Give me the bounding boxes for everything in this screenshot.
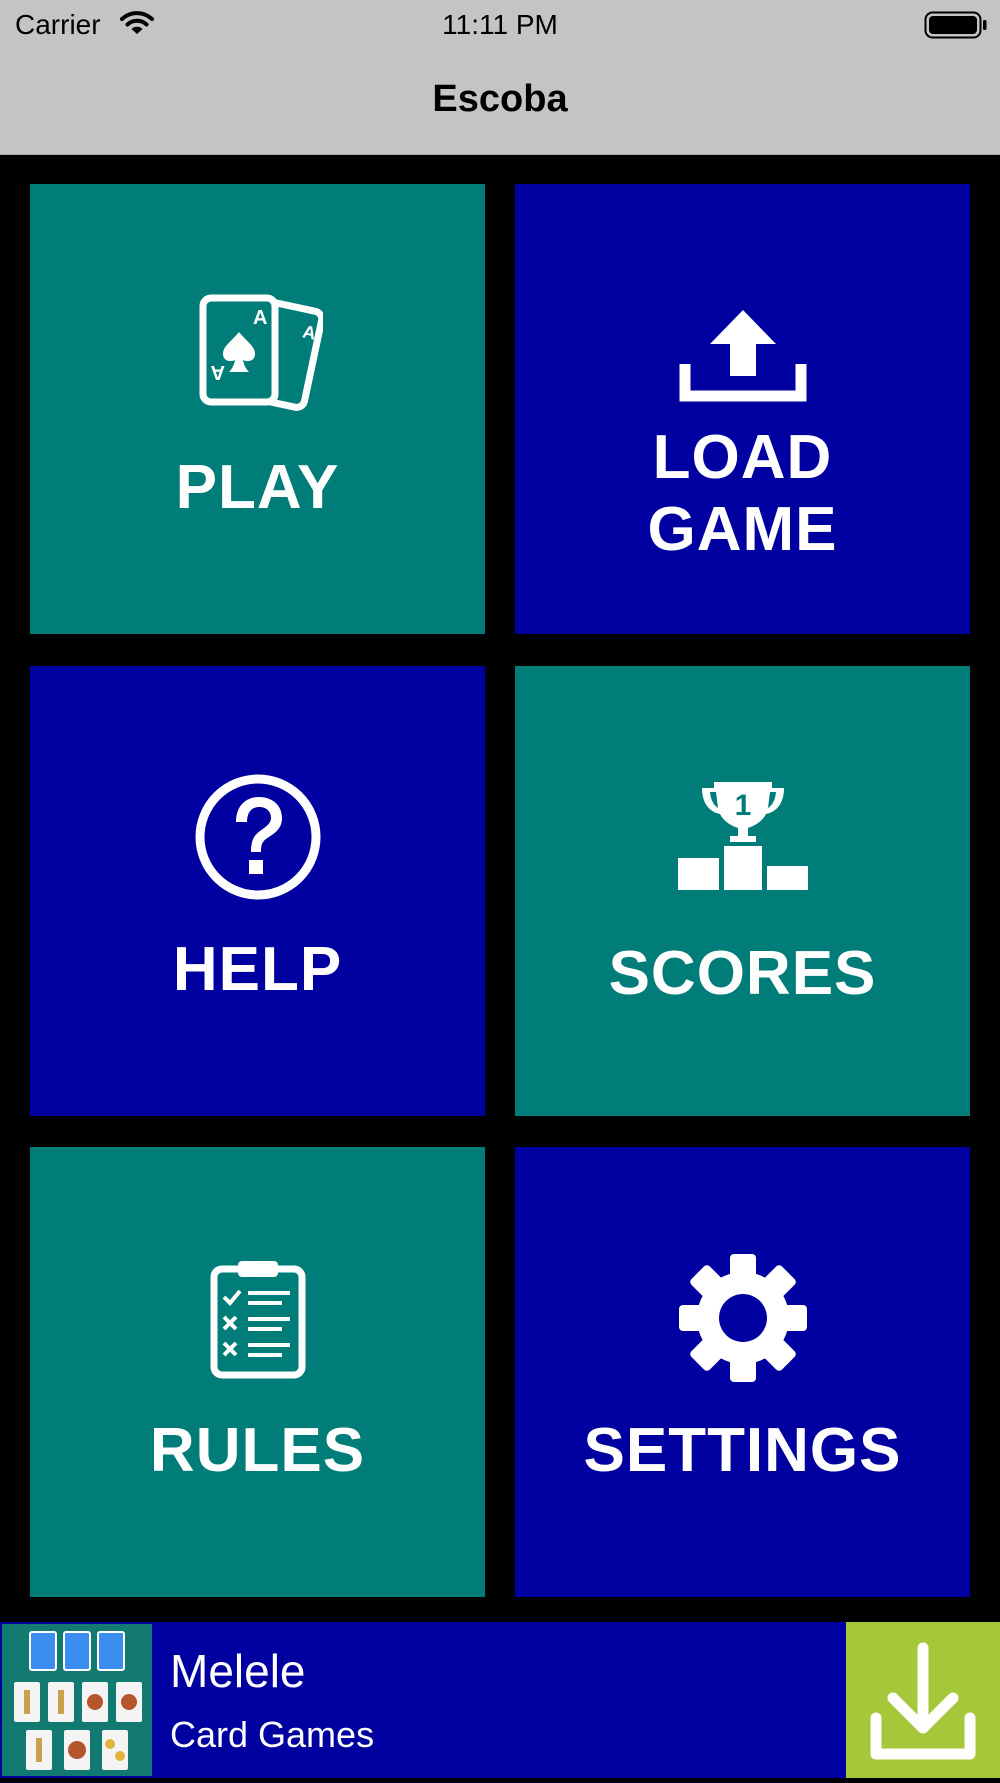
scores-label: SCORES <box>608 939 877 1008</box>
ad-download-button[interactable] <box>846 1622 1000 1778</box>
load-game-label-line-1: LOAD <box>652 423 833 492</box>
ad-banner[interactable]: Melele Card Games <box>0 1622 1000 1778</box>
rules-label: RULES <box>149 1416 366 1485</box>
help-label: HELP <box>172 935 343 1004</box>
ad-subtitle: Card Games <box>170 1714 375 1755</box>
settings-button[interactable]: SETTINGS <box>515 1147 970 1597</box>
status-bar: Carrier 11:11 PM <box>0 0 1000 50</box>
load-game-button[interactable]: LOAD GAME <box>515 184 970 634</box>
question-circle-icon <box>30 772 485 902</box>
svg-text:A: A <box>210 361 224 383</box>
ad-thumbnail-image <box>2 1624 152 1776</box>
rules-button[interactable]: RULES <box>30 1147 485 1597</box>
play-label: PLAY <box>175 453 340 522</box>
svg-text:1: 1 <box>734 789 751 822</box>
help-button[interactable]: HELP <box>30 666 485 1116</box>
settings-label: SETTINGS <box>583 1416 902 1485</box>
play-button[interactable]: A A A PLAY <box>30 184 485 634</box>
clipboard-checklist-icon <box>30 1259 485 1379</box>
trophy-podium-icon: 1 <box>515 780 970 892</box>
battery-icon <box>924 11 987 39</box>
ad-title: Melele <box>170 1645 306 1697</box>
page-title: Escoba <box>432 78 568 120</box>
upload-icon <box>515 308 970 404</box>
download-icon <box>870 1642 976 1760</box>
scores-button[interactable]: 1 SCORES <box>515 666 970 1116</box>
load-game-label-line-2: GAME <box>647 495 838 564</box>
clock-label: 11:11 PM <box>442 9 558 40</box>
gear-icon <box>515 1253 970 1383</box>
playing-cards-icon: A A A <box>30 290 485 420</box>
navigation-bar: Escoba <box>0 50 1000 155</box>
svg-text:A: A <box>253 307 267 329</box>
